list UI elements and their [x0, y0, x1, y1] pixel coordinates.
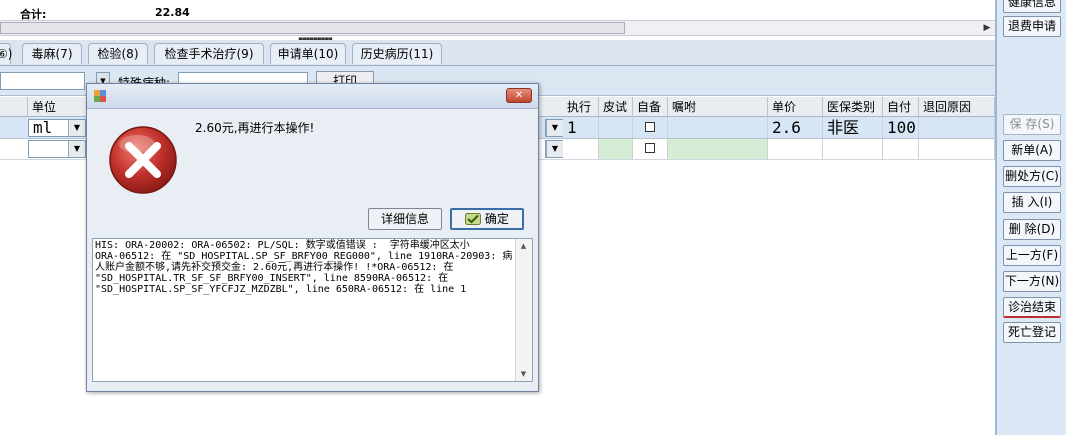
health-info-button[interactable]: 健康信息: [1003, 0, 1061, 13]
self-supply-checkbox[interactable]: [645, 122, 655, 132]
row-combo-right[interactable]: ▼: [545, 119, 563, 137]
error-details-text: HIS: ORA-20002: ORA-06502: PL/SQL: 数字或值错…: [95, 240, 513, 295]
delete-prescription-button[interactable]: 删处方(C): [1003, 166, 1061, 187]
exec-cell[interactable]: [563, 139, 599, 159]
vertical-scrollbar[interactable]: ▲ ▼: [515, 239, 532, 381]
skin-test-cell[interactable]: [599, 117, 633, 138]
header-self-supply: 自备: [633, 97, 668, 117]
scrollbar-thumb[interactable]: [0, 22, 625, 34]
dialog-title-bar[interactable]: ✕: [87, 84, 538, 109]
close-icon[interactable]: ✕: [506, 88, 532, 103]
error-details-textarea[interactable]: HIS: ORA-20002: ORA-06502: PL/SQL: 数字或值错…: [92, 238, 533, 382]
tab-label: 毒麻(7): [31, 47, 73, 61]
total-value: 22.84: [155, 6, 190, 19]
insurance-type-cell: [823, 139, 883, 159]
unit-combo[interactable]: ml ▼: [28, 118, 86, 137]
tab-lab-test[interactable]: 检验(8): [88, 43, 148, 64]
unit-price-cell: 2.6: [768, 117, 823, 138]
save-button[interactable]: 保 存(S): [1003, 114, 1061, 135]
refund-reason-cell[interactable]: [919, 139, 995, 159]
unit-price-cell: [768, 139, 823, 159]
scroll-down-icon[interactable]: ▼: [516, 367, 531, 381]
exec-cell: 1: [563, 117, 599, 138]
scroll-right-icon[interactable]: ▶: [981, 22, 993, 34]
app-icon: [94, 90, 106, 102]
horizontal-scrollbar[interactable]: ▶: [0, 20, 995, 36]
tab-label: 检查手术治疗(9): [164, 47, 254, 61]
previous-prescription-button[interactable]: 上一方(F): [1003, 245, 1061, 266]
header-unit-price: 单价: [768, 97, 823, 117]
self-supply-cell: [633, 117, 668, 138]
header-exec: 执行: [563, 97, 599, 117]
error-dialog: ✕ 2.60元,再进行本操作! 详细信息 确定 HIS: ORA-20002: …: [86, 83, 539, 392]
unit-combo-empty[interactable]: ▼: [28, 140, 86, 158]
refund-reason-cell[interactable]: [919, 117, 995, 138]
delete-button[interactable]: 删 除(D): [1003, 219, 1061, 240]
chevron-down-icon[interactable]: ▼: [68, 141, 85, 157]
tab-label: 申请单(10): [277, 47, 339, 61]
chevron-down-icon[interactable]: ▼: [546, 120, 563, 136]
header-self-pay: 自付: [883, 97, 919, 117]
tab-bar: ⑥) 毒麻(7) 检验(8) 检查手术治疗(9) 申请单(10) 历史病历(11…: [0, 40, 995, 66]
checkmark-icon: [465, 213, 482, 225]
scroll-up-icon[interactable]: ▲: [516, 239, 531, 253]
tab-label: 历史病历(11): [360, 47, 434, 61]
self-supply-cell: [633, 139, 668, 159]
right-action-panel: 健康信息 退费申请 保 存(S) 新单(A) 删处方(C) 插 入(I) 删 除…: [995, 0, 1066, 435]
insert-button[interactable]: 插 入(I): [1003, 192, 1061, 213]
error-icon: [109, 126, 177, 194]
tab-exam-surgery[interactable]: 检查手术治疗(9): [154, 43, 264, 64]
details-button[interactable]: 详细信息: [368, 208, 442, 230]
tab-request-form[interactable]: 申请单(10): [270, 43, 346, 64]
header-advice: 嘱咐: [668, 97, 768, 117]
end-treatment-button[interactable]: 诊治结束: [1003, 297, 1061, 318]
skin-test-cell[interactable]: [599, 139, 633, 159]
self-supply-checkbox[interactable]: [645, 143, 655, 153]
summary-bar: 合计: 22.84: [0, 0, 995, 21]
header-skin-test: 皮试: [599, 97, 633, 117]
unit-value: ml: [33, 118, 53, 137]
row-combo-right[interactable]: ▼: [545, 140, 563, 158]
death-register-button[interactable]: 死亡登记: [1003, 322, 1061, 343]
chevron-down-icon[interactable]: ▼: [68, 120, 85, 136]
self-pay-cell: [883, 139, 919, 159]
header-insurance-type: 医保类别: [823, 97, 883, 117]
advice-cell[interactable]: [668, 117, 768, 138]
tab-label: ⑥): [0, 47, 13, 61]
dialog-message: 2.60元,再进行本操作!: [195, 121, 315, 135]
chevron-down-icon[interactable]: ▼: [546, 141, 563, 157]
tab-narcotic[interactable]: 毒麻(7): [22, 43, 82, 64]
header-blank: [0, 97, 28, 117]
tab-label: 检验(8): [97, 47, 139, 61]
tab-history-record[interactable]: 历史病历(11): [352, 43, 442, 64]
advice-cell[interactable]: [668, 139, 768, 159]
self-pay-cell: 100: [883, 117, 919, 138]
ok-button-label: 确定: [484, 212, 509, 226]
header-unit: 单位: [28, 97, 88, 117]
tab-partial[interactable]: ⑥): [0, 43, 13, 64]
toolbar-input[interactable]: [0, 72, 85, 90]
next-prescription-button[interactable]: 下一方(N): [1003, 271, 1061, 292]
insurance-type-cell: 非医: [823, 117, 883, 138]
refund-apply-button[interactable]: 退费申请: [1003, 16, 1061, 37]
header-refund-reason: 退回原因: [919, 97, 995, 117]
ok-button[interactable]: 确定: [450, 208, 524, 230]
new-order-button[interactable]: 新单(A): [1003, 140, 1061, 161]
